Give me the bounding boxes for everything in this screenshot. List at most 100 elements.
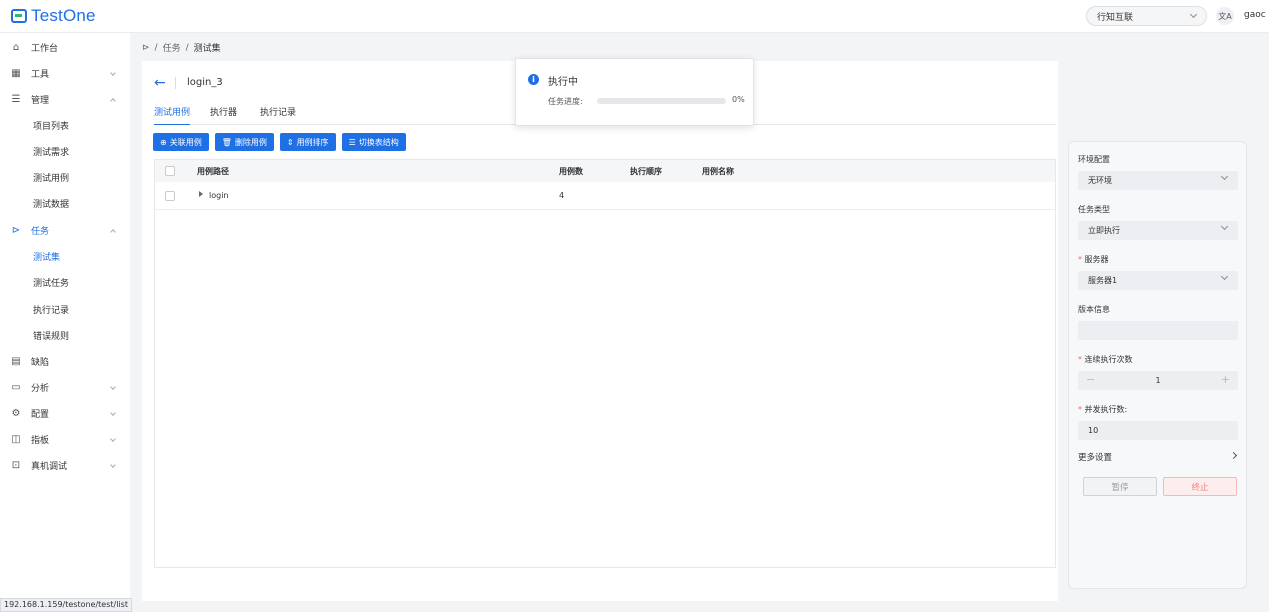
sidebar-item-label: 测试需求	[33, 147, 70, 158]
repeat-label-text: 连续执行次数	[1084, 355, 1133, 364]
table-row[interactable]: login 4	[155, 182, 1055, 210]
version-input[interactable]	[1078, 321, 1238, 340]
sidebar-item-manage[interactable]: ☰ 管理	[0, 86, 130, 112]
chevron-up-icon	[110, 98, 116, 104]
cell-count: 4	[559, 191, 565, 200]
sidebar-item-test-tasks[interactable]: 测试任务	[0, 269, 130, 295]
chevron-down-icon	[110, 436, 116, 442]
language-icon[interactable]: 文A	[1216, 7, 1234, 25]
column-header-count: 用例数	[559, 167, 583, 176]
sort-case-button[interactable]: ⇕ 用例排序	[279, 133, 336, 151]
tab-executors[interactable]: 执行器	[210, 105, 237, 125]
delete-case-button[interactable]: 🗑 删除用例	[214, 133, 274, 151]
breadcrumb-separator: /	[185, 42, 189, 53]
sidebar-item-tools[interactable]: ▦ 工具	[0, 60, 130, 86]
sidebar-item-board[interactable]: ◫ 指板	[0, 426, 130, 452]
sidebar-item-defects[interactable]: ▤ 缺陷	[0, 348, 130, 374]
app-name: TestOne	[31, 6, 96, 25]
chevron-down-icon	[1189, 10, 1198, 19]
column-header-name: 用例名称	[702, 167, 734, 176]
breadcrumb-item[interactable]: 任务	[163, 41, 181, 54]
breadcrumb-current: 测试集	[193, 44, 221, 54]
execution-settings-panel: 环境配置 无环境 任务类型 立即执行 * 服务器 服务器1 版本信息 * 连续执…	[1068, 141, 1247, 589]
repeat-label: * 连续执行次数	[1078, 354, 1133, 365]
server-select[interactable]: 服务器1	[1078, 271, 1238, 290]
sidebar-item-test-data[interactable]: 测试数据	[0, 190, 130, 216]
page-title: login_3	[187, 77, 223, 88]
toggle-structure-button[interactable]: ☰ 切换表结构	[341, 133, 406, 151]
sidebar-item-test-suite[interactable]: 测试集	[0, 243, 130, 269]
task-type-select[interactable]: 立即执行	[1078, 221, 1238, 240]
more-settings[interactable]: 更多设置	[1078, 451, 1238, 463]
back-arrow-icon[interactable]: ←	[154, 75, 166, 91]
sidebar-item-label: 分析	[31, 383, 50, 394]
sidebar-item-config[interactable]: ⚙ 配置	[0, 400, 130, 426]
sidebar-item-label: 项目列表	[33, 121, 70, 132]
device-icon: ⊡	[11, 459, 21, 471]
chevron-down-icon	[110, 384, 116, 390]
sidebar-item-label: 执行记录	[33, 305, 70, 316]
expand-icon[interactable]	[199, 191, 203, 197]
grid-icon: ▦	[11, 67, 21, 79]
main-panel: ← login_3 测试用例 执行器 执行记录 ⊕ 关联用例 🗑 删除用例 ⇕ …	[142, 61, 1058, 601]
document-icon: ▤	[11, 355, 21, 367]
button-label: 切换表结构	[358, 137, 399, 147]
sidebar-item-label: 工具	[31, 69, 50, 80]
sidebar-item-label: 任务	[31, 226, 50, 237]
toolbar: ⊕ 关联用例 🗑 删除用例 ⇕ 用例排序 ☰ 切换表结构	[153, 133, 406, 151]
sidebar-item-analysis[interactable]: ▭ 分析	[0, 374, 130, 400]
row-checkbox[interactable]	[165, 191, 175, 201]
sidebar-item-label: 缺陷	[31, 357, 50, 368]
button-label: 关联用例	[169, 137, 202, 147]
sidebar-item-label: 真机调试	[31, 461, 68, 472]
sidebar-item-error-rules[interactable]: 错误规则	[0, 322, 130, 348]
sidebar: ⌂ 工作台 ▦ 工具 ☰ 管理 项目列表 测试需求 测试用例 测试数据 ⊳ 任务…	[0, 33, 130, 612]
breadcrumb-separator: /	[154, 42, 158, 53]
divider	[175, 77, 176, 89]
sidebar-item-tasks[interactable]: ⊳ 任务	[0, 217, 130, 243]
trash-icon: 🗑	[221, 137, 232, 147]
env-select[interactable]: 无环境	[1078, 171, 1238, 190]
sidebar-item-device-debug[interactable]: ⊡ 真机调试	[0, 452, 130, 478]
task-type-label: 任务类型	[1078, 205, 1110, 214]
breadcrumb: ⊳ / 任务 / 测试集	[142, 41, 221, 55]
pause-button[interactable]: 暂停	[1083, 477, 1157, 496]
list-icon: ☰	[11, 93, 21, 105]
cell-path: login	[209, 191, 229, 200]
select-all-checkbox[interactable]	[165, 166, 175, 176]
table-header: 用例路径 用例数 执行顺序 用例名称	[155, 160, 1055, 182]
concurrency-input[interactable]: 10	[1078, 421, 1238, 440]
sidebar-item-test-cases[interactable]: 测试用例	[0, 164, 130, 190]
column-header-path: 用例路径	[197, 167, 229, 176]
app-logo[interactable]: TestOne	[11, 6, 96, 26]
org-select[interactable]: 行知互联	[1086, 6, 1207, 26]
repeat-stepper[interactable]: − 1 +	[1078, 371, 1238, 390]
link-case-button[interactable]: ⊕ 关联用例	[153, 133, 209, 151]
sidebar-item-label: 测试任务	[33, 278, 70, 289]
concurrency-value: 10	[1088, 426, 1099, 435]
sidebar-item-workbench[interactable]: ⌂ 工作台	[0, 34, 130, 60]
sidebar-item-execution-records[interactable]: 执行记录	[0, 296, 130, 322]
top-bar: TestOne 行知互联 文A gaoc	[0, 0, 1269, 33]
execution-notification: i 执行中 任务进度: 0%	[515, 58, 754, 126]
sidebar-item-test-requirements[interactable]: 测试需求	[0, 138, 130, 164]
plus-circle-icon: ⊕	[160, 137, 167, 147]
repeat-value: 1	[1155, 376, 1161, 385]
logo-icon	[11, 9, 27, 23]
user-name[interactable]: gaoc	[1244, 10, 1266, 20]
sidebar-item-label: 工作台	[31, 43, 59, 54]
more-settings-label: 更多设置	[1078, 453, 1113, 463]
sidebar-item-label: 配置	[31, 409, 50, 420]
org-select-value: 行知互联	[1097, 12, 1134, 23]
sidebar-item-project-list[interactable]: 项目列表	[0, 112, 130, 138]
stop-button[interactable]: 终止	[1163, 477, 1237, 496]
tab-execution-records[interactable]: 执行记录	[260, 105, 296, 125]
tab-test-cases[interactable]: 测试用例	[154, 105, 191, 125]
sidebar-item-label: 管理	[31, 95, 50, 106]
case-table: 用例路径 用例数 执行顺序 用例名称 login 4	[154, 159, 1056, 568]
plus-icon[interactable]: +	[1221, 373, 1230, 386]
status-bar-url: 192.168.1.159/testone/test/list	[0, 598, 132, 612]
env-select-value: 无环境	[1088, 176, 1112, 185]
chevron-down-icon	[1220, 272, 1229, 281]
progress-percent: 0%	[732, 95, 745, 104]
